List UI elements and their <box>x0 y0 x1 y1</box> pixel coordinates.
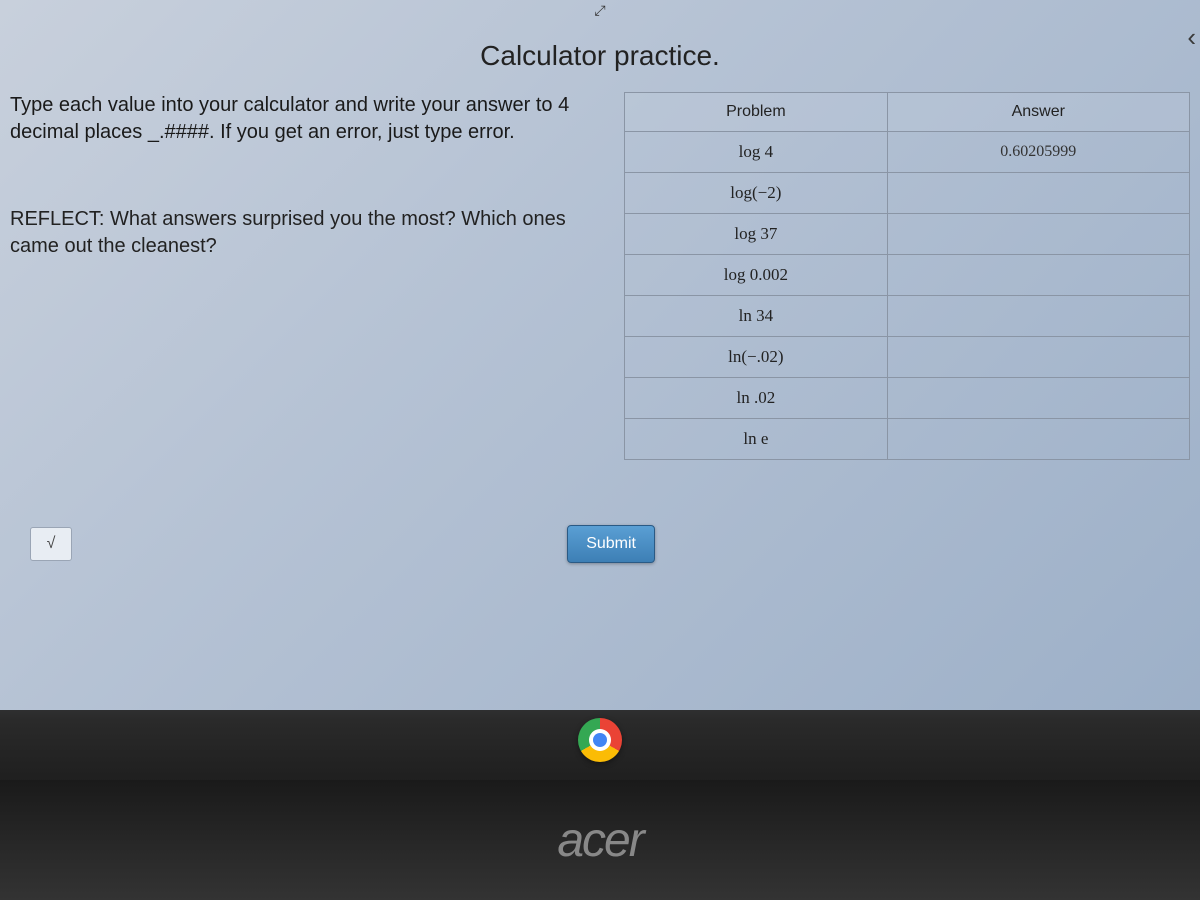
back-icon[interactable]: ‹ <box>1187 22 1196 53</box>
table-row: ln 34 <box>625 296 1190 337</box>
submit-button[interactable]: Submit <box>567 525 655 563</box>
left-column: Type each value into your calculator and… <box>10 92 614 460</box>
chrome-icon[interactable] <box>578 718 622 762</box>
sqrt-button[interactable]: √ <box>30 527 72 561</box>
problem-cell: ln e <box>625 419 887 460</box>
table-row: ln .02 <box>625 378 1190 419</box>
header-problem: Problem <box>625 93 887 132</box>
answer-cell[interactable] <box>887 419 1189 460</box>
problem-cell: ln 34 <box>625 296 887 337</box>
screen-content: ⤢ ‹ Calculator practice. Type each value… <box>0 0 1200 710</box>
answer-cell[interactable] <box>887 214 1189 255</box>
answer-cell[interactable] <box>887 337 1189 378</box>
problem-cell: ln .02 <box>625 378 887 419</box>
laptop-bezel: acer <box>0 780 1200 900</box>
problem-cell: log 4 <box>625 132 887 173</box>
brand-logo: acer <box>557 813 642 868</box>
taskbar <box>0 700 1200 780</box>
problem-cell: log(−2) <box>625 173 887 214</box>
answer-cell[interactable] <box>887 378 1189 419</box>
problem-cell: ln(−.02) <box>625 337 887 378</box>
table-row: log 37 <box>625 214 1190 255</box>
bottom-controls: √ Submit <box>30 525 655 563</box>
table-row: ln(−.02) <box>625 337 1190 378</box>
fullscreen-icon[interactable]: ⤢ <box>594 2 605 19</box>
table-row: log 0.002 <box>625 255 1190 296</box>
problem-cell: log 0.002 <box>625 255 887 296</box>
table-row: ln e <box>625 419 1190 460</box>
instructions-text: Type each value into your calculator and… <box>10 92 604 146</box>
table-header-row: Problem Answer <box>625 93 1190 132</box>
problem-table: Problem Answer log 4 0.60205999 log(−2) … <box>624 92 1190 460</box>
header-answer: Answer <box>887 93 1189 132</box>
reflect-text: REFLECT: What answers surprised you the … <box>10 206 604 260</box>
answer-cell[interactable]: 0.60205999 <box>887 132 1189 173</box>
right-column: Problem Answer log 4 0.60205999 log(−2) … <box>624 92 1190 460</box>
content-area: Type each value into your calculator and… <box>0 92 1200 460</box>
answer-cell[interactable] <box>887 296 1189 337</box>
problem-cell: log 37 <box>625 214 887 255</box>
answer-cell[interactable] <box>887 173 1189 214</box>
answer-cell[interactable] <box>887 255 1189 296</box>
table-row: log 4 0.60205999 <box>625 132 1190 173</box>
table-row: log(−2) <box>625 173 1190 214</box>
